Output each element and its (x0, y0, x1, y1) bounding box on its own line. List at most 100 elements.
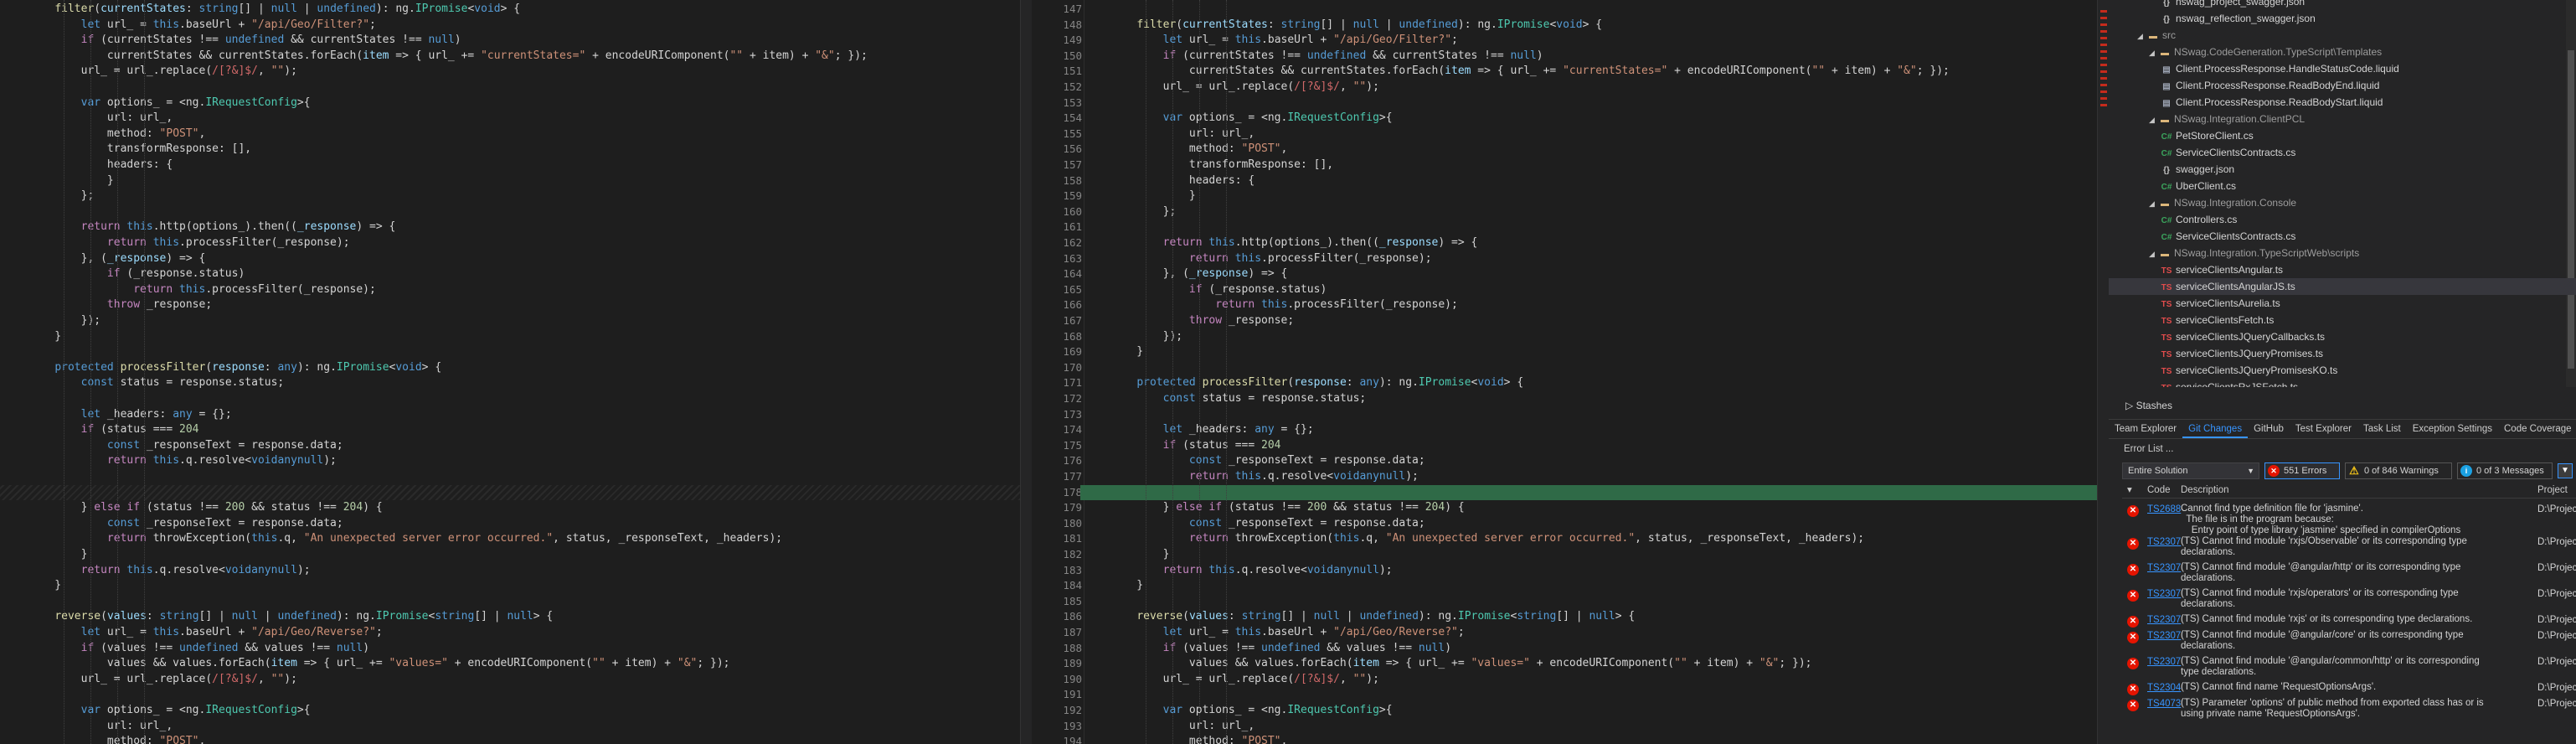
column-project[interactable]: Project (2537, 483, 2568, 498)
code-line[interactable] (0, 484, 1020, 501)
code-line[interactable] (0, 344, 1020, 360)
code-line[interactable]: } else if (status !== 200 && status !== … (1084, 500, 2097, 516)
tree-folder[interactable]: ◢ ▬ NSwag.CodeGeneration.TypeScript\Templa… (2109, 44, 2382, 60)
code-line[interactable]: return this.q.resolve<voidanynull); (0, 563, 1020, 579)
code-line[interactable]: if (_response.status) (0, 266, 1020, 282)
code-line[interactable]: throw _response; (0, 297, 1020, 313)
solution-tree[interactable]: {} nswag_project_swagger.json{} nswag_refl… (2109, 0, 2576, 387)
code-line[interactable] (1084, 687, 2097, 703)
code-line[interactable] (1084, 407, 2097, 423)
tab-team-explorer[interactable]: Team Explorer (2109, 420, 2182, 438)
error-code-link[interactable]: TS2688 (2147, 504, 2181, 514)
tab-github[interactable]: GitHub (2248, 420, 2290, 438)
code-line[interactable]: transformResponse: [], (0, 142, 1020, 158)
code-line[interactable]: filter(currentStates: string[] | null | … (0, 2, 1020, 18)
code-line[interactable]: url_ = url_.replace(/[?&]$/, ""); (1084, 672, 2097, 688)
code-line[interactable]: if (values !== undefined && values !== n… (0, 641, 1020, 657)
code-line[interactable]: url: url_, (1084, 127, 2097, 142)
tab-git-changes[interactable]: Git Changes (2182, 420, 2249, 438)
tree-folder[interactable]: ◢ ▬ NSwag.Integration.TypeScriptWeb\script… (2109, 245, 2359, 261)
code-line[interactable]: const status = response.status; (0, 375, 1020, 391)
messages-filter-button[interactable]: i 0 of 3 Messages (2457, 462, 2553, 479)
code-line[interactable]: method: "POST", (1084, 734, 2097, 744)
filter-icon[interactable]: ▼ (2558, 463, 2573, 478)
code-line[interactable]: let url_ = this.baseUrl + "/api/Geo/Reve… (0, 625, 1020, 641)
code-line[interactable]: values && values.forEach(item => { url_ … (0, 656, 1020, 672)
tree-file[interactable]: C# Controllers.cs (2109, 211, 2238, 228)
code-line[interactable]: var options_ = <ng.IRequestConfig>{ (0, 96, 1020, 111)
code-line[interactable]: return this.http(options_).then((_respon… (1084, 235, 2097, 251)
code-line[interactable]: }, (_response) => { (0, 251, 1020, 267)
code-line[interactable]: return this.http(options_).then((_respon… (0, 220, 1020, 235)
editor-left-pane[interactable]: filter(currentStates: string[] | null | … (0, 0, 1020, 744)
tab-test-explorer[interactable]: Test Explorer (2290, 420, 2357, 438)
tree-file[interactable]: TS serviceClientsJQueryPromisesKO.ts (2109, 362, 2338, 379)
column-description[interactable]: Description (2181, 483, 2229, 498)
error-code-link[interactable]: TS2304 (2147, 683, 2181, 693)
code-view-original[interactable]: filter(currentStates: string[] | null | … (0, 0, 1020, 744)
code-line[interactable]: if (currentStates !== undefined && curre… (0, 33, 1020, 49)
code-line[interactable]: return this.processFilter(_response); (0, 282, 1020, 298)
code-view-modified[interactable]: filter(currentStates: string[] | null | … (1084, 0, 2097, 744)
code-line[interactable]: let url_ = this.baseUrl + "/api/Geo/Filt… (1084, 33, 2097, 49)
tree-file[interactable]: TS serviceClientsAurelia.ts (2109, 295, 2280, 312)
chevron-expanded-icon[interactable]: ◢ (2137, 28, 2147, 44)
code-line[interactable] (0, 469, 1020, 485)
error-row[interactable]: ✕ TS2307 (TS) Cannot find module '@angular… (2122, 561, 2576, 586)
code-line[interactable]: values && values.forEach(item => { url_ … (1084, 656, 2097, 672)
tree-folder[interactable]: ◢ ▬ src (2109, 27, 2176, 44)
code-line[interactable] (1084, 2, 2097, 18)
code-line[interactable]: if (values !== undefined && values !== n… (1084, 641, 2097, 657)
error-code-link[interactable]: TS2307 (2147, 537, 2181, 547)
tree-file[interactable]: C# UberClient.cs (2109, 178, 2236, 194)
code-line[interactable]: } (1084, 547, 2097, 563)
code-line[interactable]: var options_ = <ng.IRequestConfig>{ (1084, 703, 2097, 719)
code-line[interactable] (1084, 96, 2097, 111)
scope-dropdown[interactable]: Entire Solution ▼ (2122, 462, 2259, 479)
tree-file[interactable]: ▤ Client.ProcessResponse.ReadBodyEnd.liqu… (2109, 77, 2379, 94)
tree-file[interactable]: TS serviceClientsJQueryCallbacks.ts (2109, 328, 2325, 345)
tree-file[interactable]: ▤ Client.ProcessResponse.ReadBodyStart.li… (2109, 94, 2383, 111)
sort-icon[interactable]: ▾ (2127, 483, 2132, 498)
code-line[interactable]: }); (0, 313, 1020, 329)
code-line[interactable] (0, 391, 1020, 407)
code-line[interactable] (0, 80, 1020, 96)
error-code-link[interactable]: TS2307 (2147, 657, 2181, 667)
code-line[interactable]: url_ = url_.replace(/[?&]$/, ""); (0, 64, 1020, 80)
tree-file[interactable]: TS serviceClientsRxJSFetch.ts (2109, 379, 2298, 387)
error-code-link[interactable]: TS2307 (2147, 563, 2181, 573)
code-line[interactable]: protected processFilter(response: any): … (1084, 375, 2097, 391)
tab-code-coverage[interactable]: Code Coverage (2498, 420, 2576, 438)
code-line[interactable]: method: "POST", (1084, 142, 2097, 158)
tree-file[interactable]: {} swagger.json (2109, 161, 2234, 178)
code-line[interactable] (1084, 594, 2097, 610)
code-line[interactable]: return throwException(this.q, "An unexpe… (0, 531, 1020, 547)
code-line[interactable]: reverse(values: string[] | null | undefi… (1084, 609, 2097, 625)
error-row[interactable]: ✕ TS2307 (TS) Cannot find module 'rxjs' or… (2122, 613, 2576, 628)
code-line[interactable]: } (1084, 344, 2097, 360)
code-line[interactable]: }, (_response) => { (1084, 266, 2097, 282)
code-line[interactable]: let url_ = this.baseUrl + "/api/Geo/Reve… (1084, 625, 2097, 641)
error-code-link[interactable]: TS2307 (2147, 631, 2181, 641)
code-line[interactable]: currentStates && currentStates.forEach(i… (1084, 64, 2097, 80)
tree-file[interactable]: ▤ Client.ProcessResponse.HandleStatusCode… (2109, 60, 2399, 77)
tree-file[interactable]: C# ServiceClientsContracts.cs (2109, 144, 2296, 161)
code-line[interactable]: let url_ = this.baseUrl + "/api/Geo/Filt… (0, 18, 1020, 34)
code-line[interactable]: if (status === 204 (0, 422, 1020, 438)
error-row[interactable]: ✕ TS2304 (TS) Cannot find name 'RequestOpt… (2122, 681, 2576, 696)
code-line[interactable]: } (0, 329, 1020, 345)
code-line[interactable]: const _responseText = response.data; (1084, 453, 2097, 469)
code-line[interactable]: protected processFilter(response: any): … (0, 360, 1020, 376)
code-line[interactable]: return this.processFilter(_response); (0, 235, 1020, 251)
code-line[interactable]: headers: { (1084, 173, 2097, 189)
chevron-expanded-icon[interactable]: ◢ (2149, 245, 2159, 262)
code-line[interactable]: return this.q.resolve<voidanynull); (1084, 469, 2097, 485)
code-line[interactable]: } (1084, 578, 2097, 594)
tree-file[interactable]: C# ServiceClientsContracts.cs (2109, 228, 2296, 245)
code-line[interactable]: if (currentStates !== undefined && curre… (1084, 49, 2097, 65)
code-line[interactable]: let _headers: any = {}; (1084, 422, 2097, 438)
code-line[interactable]: } (0, 173, 1020, 189)
chevron-expanded-icon[interactable]: ◢ (2149, 44, 2159, 61)
error-row[interactable]: ✕ TS2307 (TS) Cannot find module 'rxjs/ope… (2122, 587, 2576, 612)
error-code-link[interactable]: TS2307 (2147, 589, 2181, 599)
